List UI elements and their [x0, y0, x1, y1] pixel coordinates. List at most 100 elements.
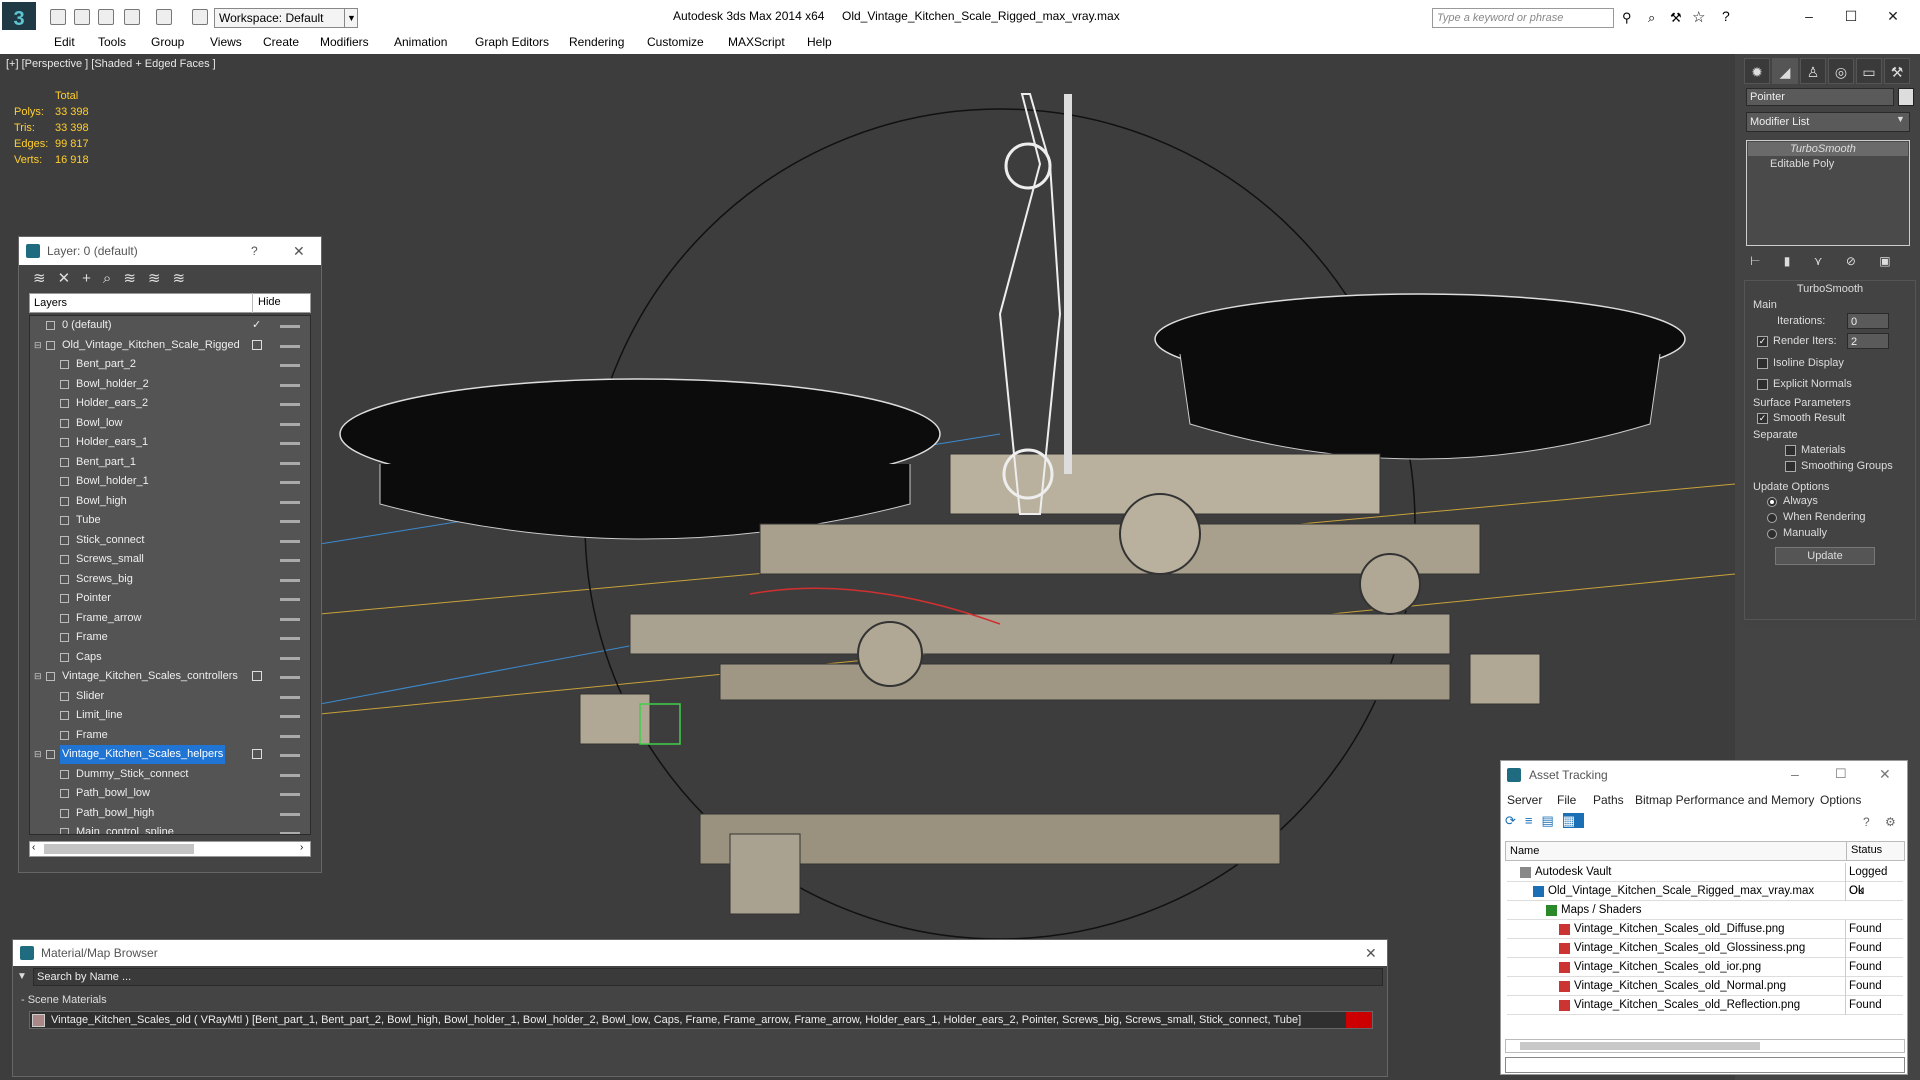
stack-item-editable-poly[interactable]: Editable Poly [1748, 157, 1908, 171]
favorites-star-icon[interactable]: ☆ [1692, 8, 1705, 26]
utilities-tab-icon[interactable]: ⚒ [1884, 58, 1910, 84]
object-row[interactable]: Pointer ▬▬ [30, 589, 310, 608]
iterations-spinner[interactable]: 0 [1847, 313, 1889, 329]
minimize-icon[interactable]: – [1791, 766, 1799, 782]
hierarchy-tab-icon[interactable]: ♙ [1800, 58, 1826, 84]
search-icon[interactable]: ⌕ [1648, 10, 1655, 26]
column-status[interactable]: Status [1846, 841, 1882, 861]
close-icon[interactable]: ✕ [1878, 4, 1908, 28]
object-row[interactable]: Path_bowl_high ▬▬ [30, 804, 310, 823]
scrollbar-thumb[interactable] [44, 844, 194, 854]
layer-row[interactable]: ⊟ Vintage_Kitchen_Scales_controllers ▬▬ [30, 667, 310, 686]
explicit-normals-checkbox[interactable] [1757, 379, 1768, 390]
close-icon[interactable]: ✕ [1365, 940, 1377, 966]
maximize-icon[interactable]: ☐ [1836, 4, 1866, 28]
freeze-toggle-icon[interactable]: ▬▬ [280, 472, 300, 491]
workspace-dropdown[interactable]: Workspace: Default [214, 8, 358, 28]
menu-file[interactable]: File [1557, 793, 1576, 807]
object-row[interactable]: Caps ▬▬ [30, 648, 310, 667]
dropdown-arrow-icon[interactable]: ▼ [1896, 114, 1905, 124]
asset-row[interactable]: Maps / Shaders [1507, 901, 1903, 920]
material-entry[interactable]: Vintage_Kitchen_Scales_old ( VRayMtl ) [… [29, 1011, 1373, 1029]
hide-toggle[interactable] [252, 339, 262, 350]
horizontal-scrollbar[interactable]: ‹ › [29, 841, 311, 857]
save-file-icon[interactable] [98, 9, 114, 25]
freeze-toggle-icon[interactable]: ▬▬ [280, 628, 300, 647]
help-button[interactable]: ? [251, 237, 258, 265]
always-radio[interactable] [1767, 497, 1777, 507]
freeze-toggle-icon[interactable]: ▬▬ [280, 804, 300, 823]
create-tab-icon[interactable]: ✹ [1744, 58, 1770, 84]
freeze-toggle-icon[interactable]: ▬▬ [280, 316, 300, 335]
viewport-label[interactable]: [+] [Perspective ] [Shaded + Edged Faces… [6, 58, 216, 70]
freeze-toggle-icon[interactable]: ▬▬ [280, 336, 300, 355]
hide-toggle[interactable] [252, 749, 262, 759]
when-rendering-radio[interactable] [1767, 513, 1777, 523]
object-row[interactable]: Holder_ears_1 ▬▬ [30, 433, 310, 452]
freeze-toggle-icon[interactable]: ▬▬ [280, 511, 300, 530]
undo-icon[interactable] [124, 9, 140, 25]
asset-path-field[interactable] [1505, 1057, 1905, 1073]
smooth-result-checkbox[interactable]: ✓ [1757, 413, 1768, 424]
active-layer-check-icon[interactable]: ✓ [252, 316, 261, 335]
freeze-toggle-icon[interactable]: ▬▬ [280, 706, 300, 725]
project-folder-icon[interactable] [192, 9, 208, 25]
menu-paths[interactable]: Paths [1593, 793, 1624, 807]
freeze-toggle-icon[interactable]: ▬▬ [280, 765, 300, 784]
menu-views[interactable]: Views [210, 35, 242, 49]
help-icon[interactable]: ? [1863, 815, 1870, 829]
freeze-toggle-icon[interactable]: ▬▬ [280, 726, 300, 745]
isoline-checkbox[interactable] [1757, 358, 1768, 369]
freeze-toggle-icon[interactable]: ▬▬ [280, 355, 300, 374]
modifier-list-dropdown[interactable]: Modifier List [1746, 112, 1910, 132]
object-row[interactable]: Bowl_holder_2 ▬▬ [30, 375, 310, 394]
object-row[interactable]: Bent_part_2 ▬▬ [30, 355, 310, 374]
freeze-toggle-icon[interactable]: ▬▬ [280, 589, 300, 608]
object-row[interactable]: Bowl_low ▬▬ [30, 414, 310, 433]
object-row[interactable]: Dummy_Stick_connect ▬▬ [30, 765, 310, 784]
render-iters-checkbox[interactable]: ✓ [1757, 336, 1768, 347]
menu-edit[interactable]: Edit [54, 35, 75, 49]
scroll-left-icon[interactable]: ‹ [32, 842, 35, 853]
menu-create[interactable]: Create [263, 35, 299, 49]
scroll-right-icon[interactable]: › [300, 842, 303, 853]
collapse-icon[interactable]: ⊟ [34, 667, 43, 681]
freeze-toggle-icon[interactable]: ▬▬ [280, 433, 300, 452]
layer-row[interactable]: ⊟ Vintage_Kitchen_Scales_helpers ▬▬ [30, 745, 310, 764]
collapse-icon[interactable]: ⊟ [34, 336, 43, 350]
motion-tab-icon[interactable]: ◎ [1828, 58, 1854, 84]
layer-row[interactable]: 0 (default) ✓ ▬▬ [30, 316, 310, 335]
display-tab-icon[interactable]: ▭ [1856, 58, 1882, 84]
new-layer-icon[interactable]: ≋ [33, 270, 58, 287]
object-row[interactable]: Slider ▬▬ [30, 687, 310, 706]
render-iters-spinner[interactable]: 2 [1847, 333, 1889, 349]
help-icon[interactable]: ? [1722, 8, 1730, 24]
asset-row[interactable]: Old_Vintage_Kitchen_Scale_Rigged_max_vra… [1507, 882, 1903, 901]
object-row[interactable]: Limit_line ▬▬ [30, 706, 310, 725]
column-hide[interactable]: Hide [252, 293, 281, 313]
scene-materials-group[interactable]: - Scene Materials [21, 994, 107, 1006]
highlight-layer-icon[interactable]: ≋ [123, 270, 148, 287]
menu-graph-editors[interactable]: Graph Editors [475, 35, 549, 49]
collapse-icon[interactable]: ⊟ [34, 745, 43, 759]
hide-layers-icon[interactable]: ≋ [148, 270, 173, 287]
object-row[interactable]: Stick_connect ▬▬ [30, 531, 310, 550]
modify-tab-icon[interactable]: ◢ [1772, 58, 1798, 84]
select-layer-icon[interactable]: ⌕ [103, 270, 123, 287]
options-arrow-icon[interactable]: ▼ [17, 971, 27, 982]
stack-tools-icons[interactable]: ⊢ ▮ ⋎ ⊘ ▣ [1750, 254, 1910, 270]
tools-icon[interactable]: ⚒ [1670, 10, 1682, 26]
close-icon[interactable]: ✕ [293, 237, 305, 265]
menu-animation[interactable]: Animation [394, 35, 447, 49]
object-row[interactable]: Holder_ears_2 ▬▬ [30, 394, 310, 413]
object-row[interactable]: Tube ▬▬ [30, 511, 310, 530]
asset-row[interactable]: Autodesk Vault Logged Ou [1507, 863, 1903, 901]
freeze-toggle-icon[interactable]: ▬▬ [280, 745, 300, 764]
object-color-swatch[interactable] [1898, 88, 1914, 106]
object-row[interactable]: Frame ▬▬ [30, 628, 310, 647]
rollout-title[interactable]: TurboSmooth [1745, 283, 1915, 295]
menu-tools[interactable]: Tools [98, 35, 126, 49]
freeze-toggle-icon[interactable]: ▬▬ [280, 414, 300, 433]
freeze-toggle-icon[interactable]: ▬▬ [280, 784, 300, 803]
layer-window-titlebar[interactable]: Layer: 0 (default) ? ✕ [19, 237, 321, 265]
